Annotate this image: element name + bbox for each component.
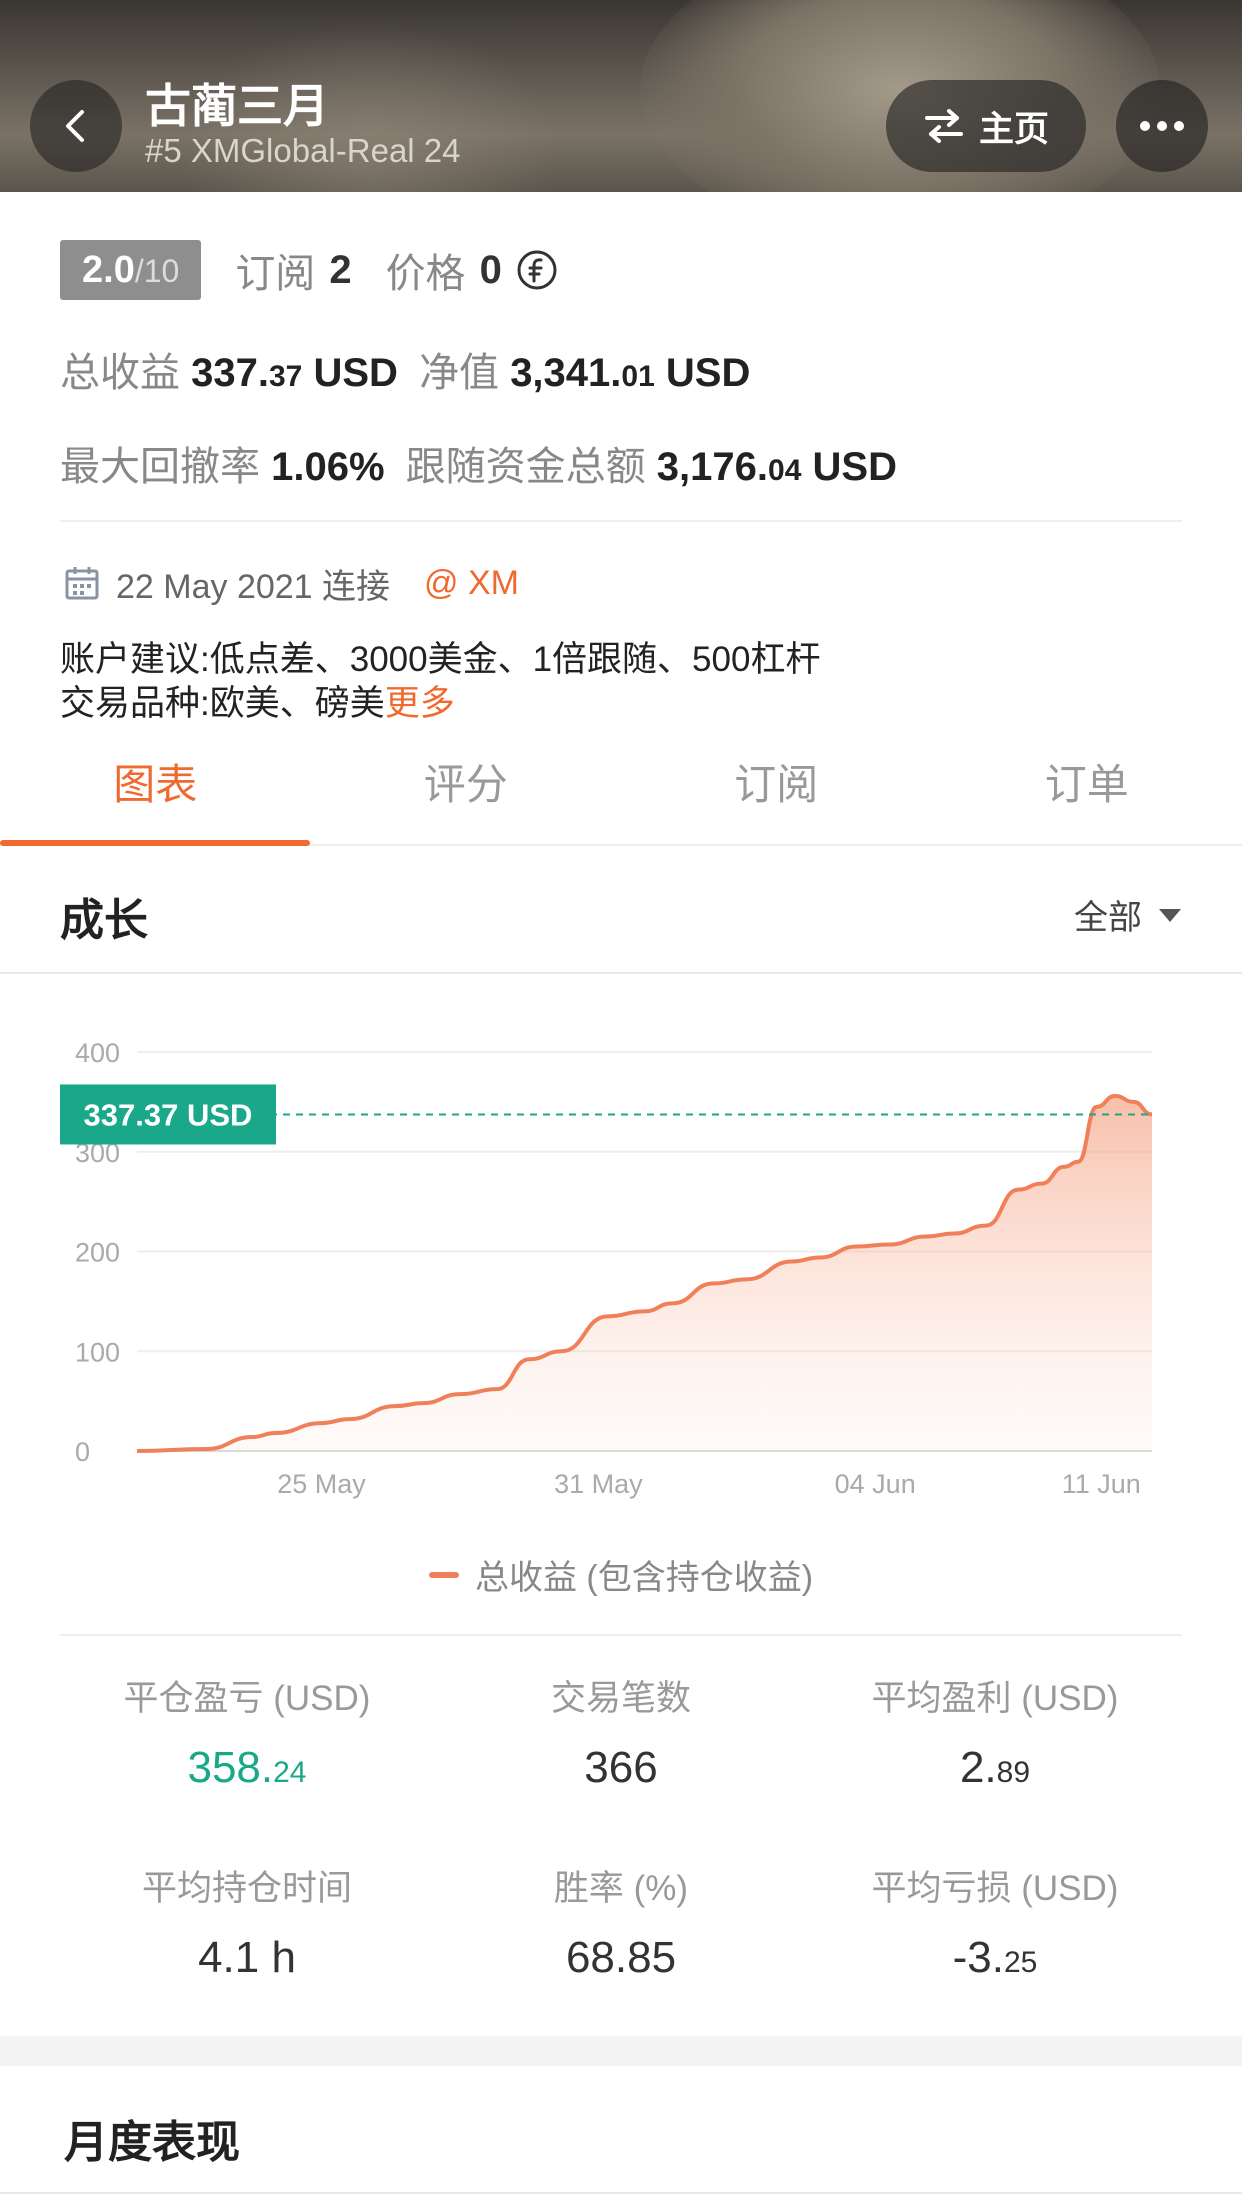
equity-value: 3,341.01 USD (510, 351, 751, 395)
max-drawdown-label: 最大回撤率 (60, 445, 260, 489)
divider (60, 1634, 1182, 1636)
trader-name: 古蔺三月 (145, 80, 329, 132)
stat-value: 68.85 (565, 1933, 677, 1982)
more-options-button[interactable] (1116, 80, 1208, 172)
home-button[interactable]: 主页 (886, 80, 1086, 172)
period-filter-dropdown[interactable]: 全部 (1074, 890, 1182, 939)
stat-label: 交易笔数 (550, 1679, 691, 1718)
tab-rating[interactable]: 评分 (311, 740, 622, 844)
subscribe-label: 订阅 (235, 252, 316, 296)
growth-title: 成长 (60, 896, 148, 945)
x-tick-label: 25 May (277, 1469, 366, 1499)
account-id: #5 XMGlobal-Real 24 (145, 132, 461, 169)
advice-line-1: 账户建议:低点差、3000美金、1倍跟随、500杠杆 (60, 640, 821, 679)
advice-line-2: 交易品种:欧美、磅美更多 (60, 684, 455, 723)
stat-trade-count: 交易笔数 366 (434, 1670, 808, 1793)
legend-label: 总收益 (包含持仓收益) (474, 1559, 814, 1597)
back-button[interactable] (30, 80, 122, 172)
total-profit-label: 总收益 (60, 351, 180, 395)
rating-row: 2.0/10 订阅 2 价格 0 (60, 240, 558, 300)
coin-icon (517, 250, 557, 290)
drawdown-follow-line: 最大回撤率 1.06% 跟随资金总额 3,176.04 USD (60, 434, 897, 492)
chevron-left-icon (66, 110, 84, 142)
x-tick-label: 04 Jun (835, 1469, 916, 1499)
divider (60, 520, 1182, 522)
rating-badge: 2.0/10 (60, 240, 202, 300)
growth-section-header: 成长 全部 (0, 846, 1242, 974)
stat-avg-profit: 平均盈利 (USD) 2.89 (808, 1670, 1182, 1793)
period-filter-label: 全部 (1074, 899, 1142, 937)
equity-label: 净值 (419, 351, 500, 395)
legend-swatch (428, 1571, 459, 1578)
growth-chart: 010020030040025 May 31 May 04 Jun 11 Jun337… (60, 1038, 1153, 1499)
rating-denominator: /10 (134, 253, 180, 289)
profit-equity-line: 总收益 337.37 USD 净值 3,341.01 USD (60, 340, 750, 398)
more-link[interactable]: 更多 (385, 684, 455, 723)
price-value: 0 (479, 247, 502, 292)
y-tick-label: 100 (75, 1337, 120, 1367)
price-label: 价格 (385, 252, 466, 296)
connection-row: 22 May 2021 连接 @ XM (64, 558, 519, 608)
y-tick-label: 200 (75, 1238, 120, 1268)
stat-label: 平均盈利 (USD) (871, 1679, 1119, 1718)
total-profit-value: 337.37 USD (191, 351, 398, 395)
subscribe-count: 2 (329, 247, 352, 292)
stat-label: 平均持仓时间 (141, 1869, 352, 1908)
stat-value: 2.89 (959, 1743, 1031, 1792)
calendar-icon (65, 567, 99, 600)
stat-avg-hold-time: 平均持仓时间 4.1 h (60, 1860, 434, 1983)
header-banner: 古蔺三月 #5 XMGlobal-Real 24 主页 (0, 0, 1242, 192)
current-value-label: 337.37 USD (84, 1097, 253, 1132)
caret-down-icon (1159, 908, 1181, 922)
stat-label: 平均亏损 (USD) (871, 1869, 1119, 1908)
chart-legend: 总收益 (包含持仓收益) (0, 1550, 1242, 1599)
stat-label: 胜率 (%) (553, 1869, 689, 1908)
tab-orders[interactable]: 订单 (932, 740, 1242, 844)
divider (0, 2192, 1242, 2194)
account-advice: 账户建议:低点差、3000美金、1倍跟随、500杠杆 交易品种:欧美、磅美更多 (60, 638, 820, 726)
x-tick-label: 31 May (554, 1469, 643, 1499)
series-area (137, 1095, 1152, 1451)
tab-chart[interactable]: 图表 (0, 740, 311, 844)
monthly-performance-title: 月度表现 (64, 2118, 240, 2167)
broker-link[interactable]: @ XM (424, 564, 519, 603)
max-drawdown-value: 1.06% (271, 445, 385, 489)
x-tick-label: 11 Jun (1062, 1469, 1141, 1499)
stat-value: 358.24 (187, 1743, 307, 1792)
y-tick-label: 400 (75, 1038, 120, 1068)
home-label: 主页 (978, 109, 1049, 149)
stat-closed-pnl: 平仓盈亏 (USD) 358.24 (60, 1670, 434, 1793)
stat-value: 366 (584, 1743, 658, 1792)
connection-date: 22 May 2021 连接 (116, 567, 391, 606)
stat-value: 4.1 h (198, 1933, 296, 1982)
stat-win-rate: 胜率 (%) 68.85 (434, 1860, 808, 1983)
more-dots-icon (1140, 121, 1184, 131)
section-gap (0, 2036, 1242, 2066)
follow-funds-label: 跟随资金总额 (405, 445, 646, 489)
stat-avg-loss: 平均亏损 (USD) -3.25 (808, 1860, 1182, 1983)
stat-label: 平仓盈亏 (USD) (123, 1679, 371, 1718)
swap-icon (924, 109, 963, 143)
rating-score: 2.0 (82, 249, 135, 291)
stat-value: -3.25 (952, 1933, 1038, 1982)
tab-bar: 图表 评分 订阅 订单 (0, 740, 1242, 846)
y-tick-label: 0 (75, 1437, 90, 1467)
follow-funds-value: 3,176.04 USD (656, 445, 897, 489)
tab-subscribe[interactable]: 订阅 (621, 740, 932, 844)
